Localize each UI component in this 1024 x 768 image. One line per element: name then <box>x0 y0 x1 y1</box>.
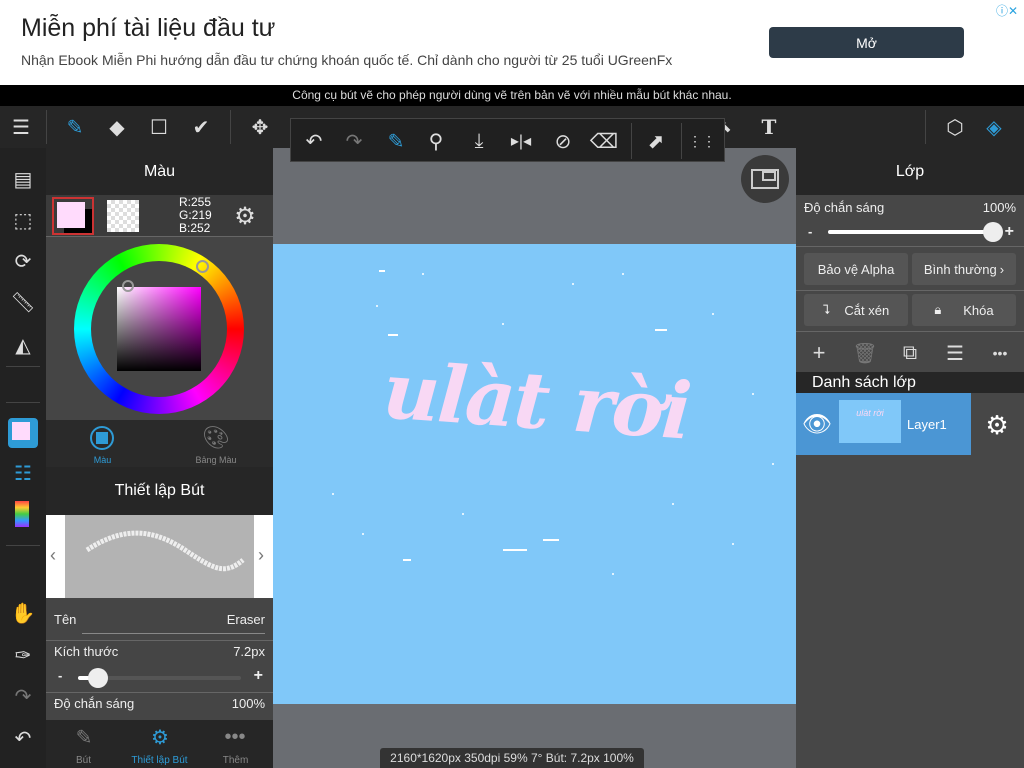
brush-icon: ✎ <box>75 726 93 749</box>
flip-icon[interactable]: ▸|◂ <box>506 126 536 156</box>
color-panel-title: Màu <box>46 148 273 195</box>
ad-title[interactable]: Miễn phí tài liệu đầu tư <box>21 14 275 43</box>
eraser-tool-icon[interactable]: ◆ <box>102 112 132 142</box>
undo-icon[interactable]: ↶ <box>8 723 38 753</box>
more-options-icon[interactable]: ••• <box>985 338 1015 368</box>
layer-opacity-value: 100% <box>982 200 1016 215</box>
layer-list-icon[interactable]: ☷ <box>8 458 38 488</box>
tab-more[interactable]: ••• Thêm <box>198 720 273 768</box>
eyedropper-icon[interactable]: ✑ <box>8 640 38 670</box>
ruler-icon[interactable]: 📏︎ <box>8 287 38 317</box>
grid-icon[interactable]: ⋮⋮ <box>687 126 717 156</box>
clip-arrow-icon: ⮧ <box>822 302 831 317</box>
fill-bucket-icon[interactable]: ◭ <box>8 330 38 360</box>
tab-brush-settings[interactable]: ⚙ Thiết lập Bút <box>121 720 198 768</box>
redo-icon[interactable]: ↷ <box>339 126 369 156</box>
left-tool-strip: ▤ ⬚ ⟳ 📏︎ ◭ ☷ ✋ ✑ ↷ ↶ <box>0 148 46 768</box>
materials-cubes-icon[interactable]: ⬡ <box>940 112 970 142</box>
prev-brush-icon[interactable]: ‹ <box>50 545 56 566</box>
add-layer-icon[interactable]: + <box>804 338 834 368</box>
rotate-reset-icon[interactable]: ⊘ <box>548 126 578 156</box>
color-swatch-icon[interactable] <box>8 418 38 448</box>
tab-brush[interactable]: ✎ Bút <box>46 720 121 768</box>
chevron-right-icon: › <box>999 261 1005 277</box>
layer-thumbnail: ulàt rời <box>839 400 901 443</box>
tab-palette[interactable]: 🎨︎ Bảng Màu <box>159 420 273 467</box>
dot-tool-icon[interactable]: ✔ <box>186 112 216 142</box>
delete-layer-icon[interactable]: 🗑︎ <box>850 338 880 368</box>
redo-icon[interactable]: ↷ <box>8 681 38 711</box>
layer-opacity-label: Độ chắn sáng <box>804 200 885 215</box>
ad-subtitle: Nhận Ebook Miễn Phi hướng dẫn đầu tư chứ… <box>21 52 673 68</box>
layer-opacity-minus[interactable]: - <box>808 224 812 239</box>
eyedropper-icon[interactable]: ⚲ <box>421 126 451 156</box>
background-color-swatch[interactable] <box>107 200 139 232</box>
layer-list-title: Danh sách lớp <box>796 372 1024 393</box>
saturation-value-square[interactable] <box>117 287 201 371</box>
brush-settings-icon: ⚙ <box>151 726 169 749</box>
share-icon[interactable]: ⬈ <box>641 126 671 156</box>
ad-banner[interactable]: Miễn phí tài liệu đầu tư Nhận Ebook Miễn… <box>0 0 1024 85</box>
clip-button[interactable]: ⮧ Cắt xén <box>804 294 908 326</box>
visibility-eye-icon[interactable]: 👁︎ <box>802 409 832 439</box>
layer-row[interactable]: 👁︎ ulàt rời Layer1 <box>796 393 971 455</box>
brush-name-field[interactable]: Eraser <box>227 612 265 627</box>
size-minus-button[interactable]: - <box>58 668 62 683</box>
sv-picker-handle[interactable] <box>122 280 134 292</box>
rotate-canvas-icon[interactable]: ⟳ <box>8 246 38 276</box>
brush-tool-icon[interactable]: ✎ <box>60 112 90 142</box>
color-settings-gear-icon[interactable]: ⚙ <box>230 201 260 231</box>
brush-size-slider[interactable] <box>78 668 241 688</box>
layer-opacity-slider[interactable] <box>828 222 1003 242</box>
brush-preview: ‹ › <box>46 515 273 598</box>
alpha-protect-button[interactable]: Bảo vệ Alpha <box>804 253 908 285</box>
move-tool-icon[interactable]: ✥ <box>245 112 275 142</box>
shape-tool-icon[interactable]: ☐ <box>144 112 174 142</box>
floating-quick-toolbar: ↶ ↷ ✎ ⚲ ⤓ ▸|◂ ⊘ ⌫ ⬈ ⋮⋮ <box>290 118 725 162</box>
lock-button[interactable]: 🔒︎ Khóa <box>912 294 1016 326</box>
tooltip-bar: Công cụ bút vẽ cho phép người dùng vẽ tr… <box>0 85 1024 106</box>
next-brush-icon[interactable]: › <box>258 545 264 566</box>
brush-opacity-value: 100% <box>231 696 265 711</box>
brush-size-value: 7.2px <box>233 644 265 659</box>
status-bar: 2160*1620px 350dpi 59% 7° Bút: 7.2px 100… <box>380 748 644 768</box>
layer-name: Layer1 <box>907 417 947 432</box>
more-dots-icon: ••• <box>224 725 246 748</box>
blend-mode-button[interactable]: Bình thường › <box>912 253 1016 285</box>
layers-icon[interactable]: ◈ <box>979 112 1009 142</box>
drawing-canvas[interactable]: ulàt rời <box>273 244 796 704</box>
brush-settings-title: Thiết lập Bút <box>46 467 273 515</box>
size-plus-button[interactable]: + <box>254 667 263 685</box>
adchoices-icon[interactable]: ⓘ✕ <box>996 2 1018 19</box>
navigator-button[interactable] <box>741 155 789 203</box>
layer-settings-gear-icon[interactable]: ⚙ <box>982 410 1012 440</box>
canvas-sparkles <box>332 270 774 575</box>
gradient-color-icon[interactable] <box>15 501 29 527</box>
menu-icon[interactable]: ☰ <box>6 112 36 142</box>
undo-icon[interactable]: ↶ <box>299 126 329 156</box>
tab-color[interactable]: Màu <box>46 420 159 467</box>
selection-icon[interactable]: ⬚ <box>8 205 38 235</box>
brush-opacity-label: Độ chắn sáng <box>54 696 135 711</box>
layer-list-icon[interactable]: ☰ <box>940 338 970 368</box>
palette-icon: 🎨︎ <box>202 425 230 450</box>
duplicate-layer-icon[interactable]: ⧉ <box>895 338 925 368</box>
layer-opacity-plus[interactable]: + <box>1005 223 1014 241</box>
text-tool-icon[interactable]: T <box>754 112 784 142</box>
ad-open-button[interactable]: Mở <box>769 27 964 58</box>
lock-icon: 🔒︎ <box>934 302 942 317</box>
left-panel: Màu R:255 G:219 B:252 ⚙ Màu 🎨︎ Bảng Màu Th… <box>46 148 273 768</box>
hand-icon[interactable]: ✋ <box>8 598 38 628</box>
layer-panel-title: Lớp <box>796 148 1024 195</box>
foreground-color-swatch[interactable] <box>52 197 94 235</box>
brush-size-label: Kích thước <box>54 644 119 659</box>
hue-picker-handle[interactable] <box>196 260 209 273</box>
rgb-readout: R:255 G:219 B:252 <box>179 195 212 235</box>
fill-download-icon[interactable]: ⤓ <box>464 126 494 156</box>
brush-name-label: Tên <box>54 612 77 627</box>
clear-eraser-icon[interactable]: ⌫ <box>589 126 619 156</box>
brush-select-icon[interactable]: ✎ <box>381 126 411 156</box>
layer-panel: Lớp Độ chắn sáng 100% - + Bảo vệ Alpha B… <box>796 148 1024 768</box>
pages-icon[interactable]: ▤ <box>8 164 38 194</box>
